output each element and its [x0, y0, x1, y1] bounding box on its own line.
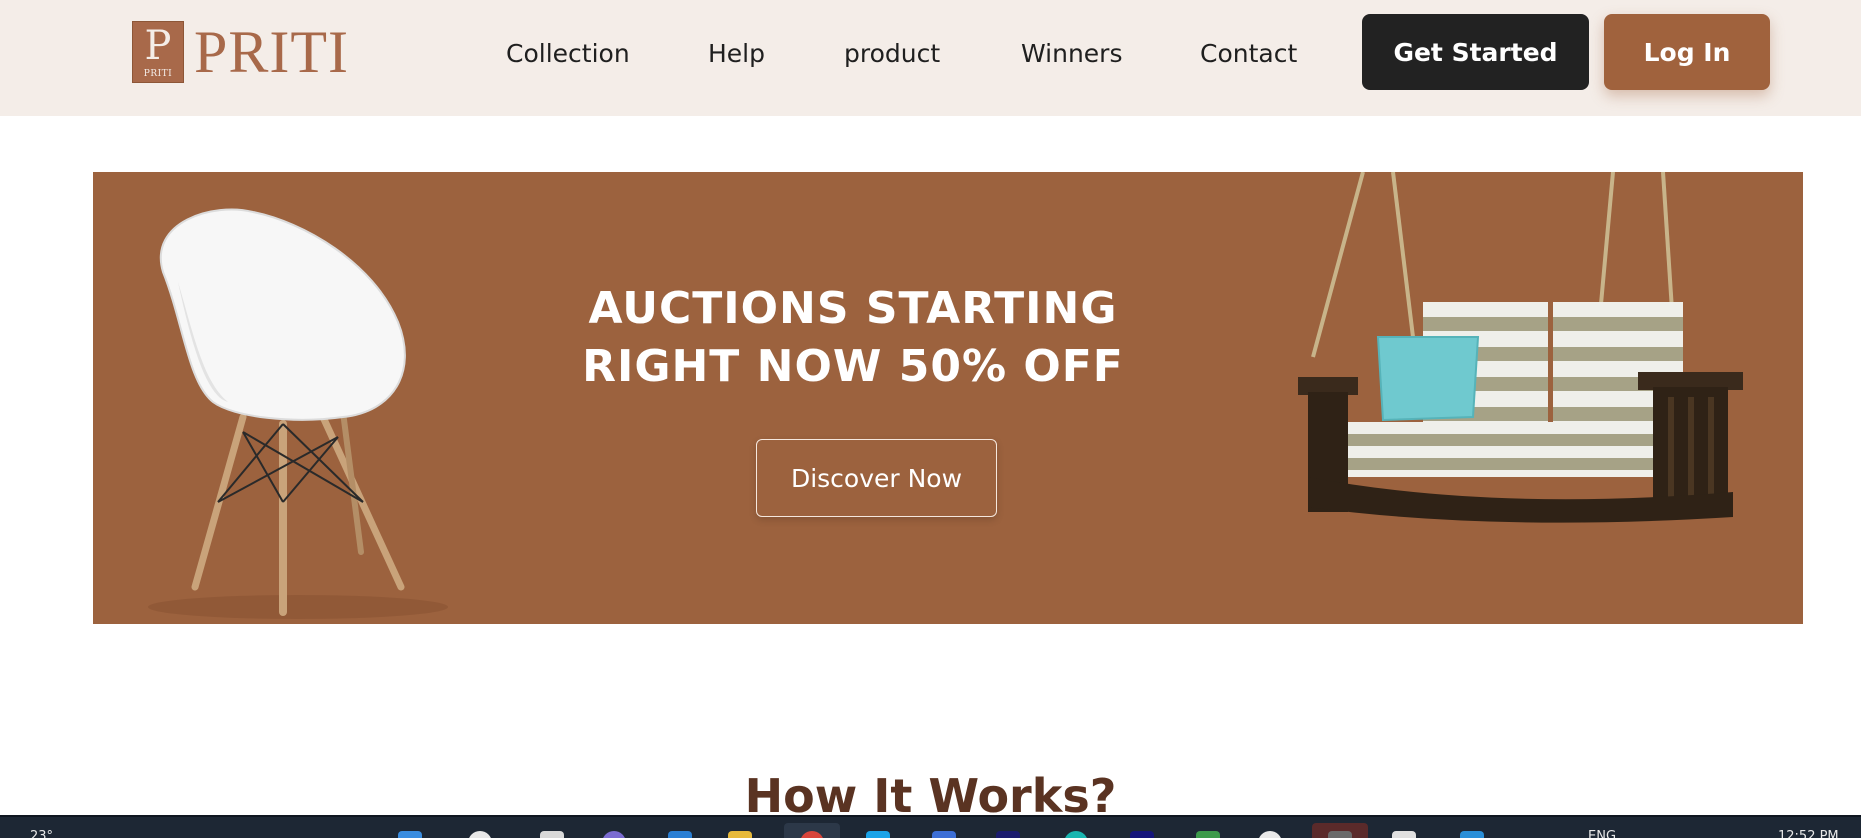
photoshop-icon[interactable]: [996, 831, 1020, 838]
site-header: P PRITI PRITI Collection Help product Wi…: [0, 0, 1861, 116]
logo-wordmark: PRITI: [194, 19, 349, 85]
os-taskbar: 23° ENG 12:52 PM: [0, 815, 1861, 838]
logo-badge-text: PRITI: [143, 69, 173, 79]
login-button[interactable]: Log In: [1604, 14, 1770, 90]
banner-headline-line1: AUCTIONS STARTING: [588, 283, 1118, 334]
taskbar-weather[interactable]: 23°: [30, 829, 53, 838]
chat-app-icon[interactable]: [602, 831, 626, 838]
promo-banner: AUCTIONS STARTING RIGHT NOW 50% OFF Disc…: [93, 172, 1803, 624]
porch-swing-image: [1298, 172, 1743, 523]
premiere-icon[interactable]: [1130, 831, 1154, 838]
discover-now-button[interactable]: Discover Now: [756, 439, 997, 517]
taskbar-language[interactable]: ENG: [1588, 829, 1616, 838]
nav-link-product[interactable]: product: [844, 34, 940, 74]
terminal-icon[interactable]: [1328, 831, 1352, 838]
taskbar-clock[interactable]: 12:52 PM: [1778, 829, 1839, 838]
logo-badge-icon: P PRITI: [132, 21, 184, 83]
search-icon[interactable]: [468, 831, 492, 838]
logo-badge-letter: P: [144, 23, 172, 69]
nav-link-collection[interactable]: Collection: [506, 34, 630, 74]
nav-link-winners[interactable]: Winners: [1021, 34, 1123, 74]
nav-link-help[interactable]: Help: [708, 34, 765, 74]
android-studio-icon[interactable]: [1196, 831, 1220, 838]
get-started-button[interactable]: Get Started: [1362, 14, 1589, 90]
nav-link-contact[interactable]: Contact: [1200, 34, 1297, 74]
vscode-icon[interactable]: [932, 831, 956, 838]
chair-image: [148, 208, 448, 619]
canva-icon[interactable]: [1064, 831, 1088, 838]
vs-code-icon[interactable]: [1460, 831, 1484, 838]
folder-icon[interactable]: [728, 831, 752, 838]
start-menu-icon[interactable]: [398, 831, 422, 838]
brand-logo[interactable]: P PRITI PRITI: [132, 20, 349, 84]
store-icon[interactable]: [866, 831, 890, 838]
banner-headline: AUCTIONS STARTING RIGHT NOW 50% OFF: [553, 280, 1153, 396]
file-explorer-icon[interactable]: [540, 831, 564, 838]
banner-headline-line2: RIGHT NOW 50% OFF: [582, 341, 1124, 392]
notepad-icon[interactable]: [1392, 831, 1416, 838]
edge-browser-icon[interactable]: [668, 831, 692, 838]
whatsapp-icon[interactable]: [1258, 831, 1282, 838]
